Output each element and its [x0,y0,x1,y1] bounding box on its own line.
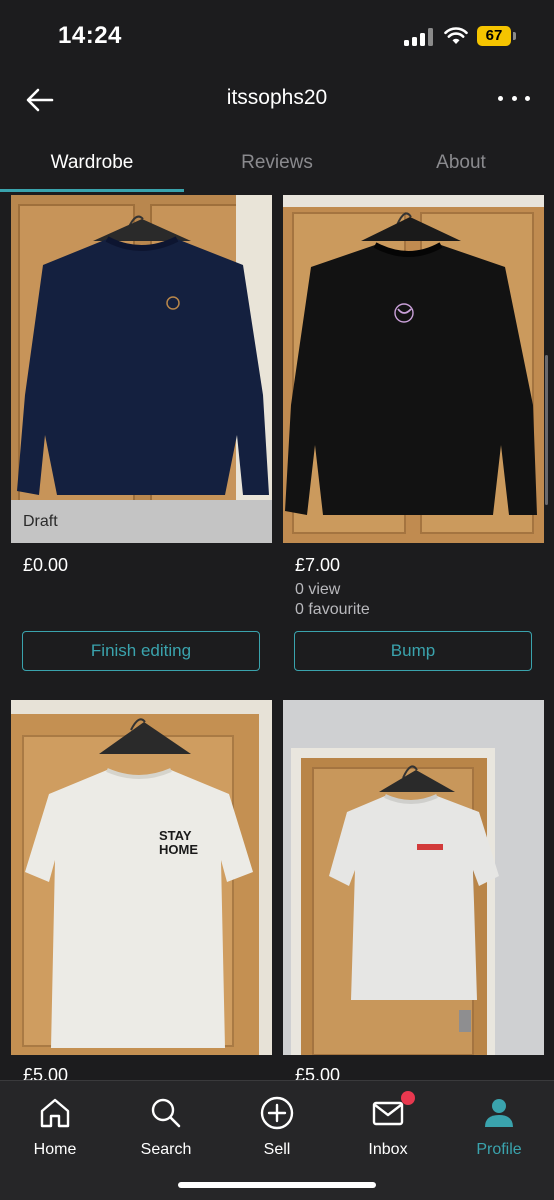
item-card[interactable]: £7.00 0 view 0 favourite Bump [283,195,544,685]
item-card[interactable]: Draft £0.00 Finish editing [11,195,272,685]
battery-nub [513,32,516,40]
nav-label: Home [33,1141,77,1158]
nav-label: Search [140,1141,192,1158]
item-price: £5.00 [295,1065,341,1080]
header: itssophs20 [0,70,554,128]
draft-badge: Draft [11,500,272,543]
cellular-signal-icon [404,28,434,46]
nav-label: Sell [263,1141,291,1158]
nav-label: Profile [476,1141,522,1158]
bump-button[interactable]: Bump [294,631,532,671]
svg-text:HOME: HOME [159,842,198,857]
item-photo[interactable] [283,700,544,1055]
status-bar: 14:24 67 [0,0,554,70]
item-views: 0 view [295,581,341,598]
nav-item-sell[interactable]: Sell [222,1091,332,1161]
item-photo[interactable]: Draft [11,195,272,543]
active-tab-indicator [0,189,184,192]
search-icon [151,1098,181,1128]
page-title: itssophs20 [226,86,328,109]
nav-item-home[interactable]: Home [0,1091,110,1161]
item-price: £7.00 [295,555,341,575]
nav-label: Inbox [368,1141,408,1158]
nav-item-inbox[interactable]: Inbox [333,1091,443,1161]
item-price: £5.00 [23,1065,69,1080]
tab-wardrobe[interactable]: Wardrobe [0,140,184,192]
home-icon [40,1098,70,1128]
tab-about[interactable]: About [369,140,553,192]
scrollbar[interactable] [545,355,548,505]
tab-reviews[interactable]: Reviews [185,140,369,192]
more-options-icon[interactable] [494,84,534,112]
item-card[interactable]: £5.00 [283,700,544,1080]
wifi-icon [444,27,468,44]
nav-item-profile[interactable]: Profile [444,1091,554,1161]
wardrobe-grid: Draft £0.00 Finish editing £7.00 0 view … [0,195,554,1080]
item-photo[interactable]: STAY HOME [11,700,272,1055]
profile-tabs: Wardrobe Reviews About [0,140,554,195]
nav-item-search[interactable]: Search [111,1091,221,1161]
item-favourites: 0 favourite [295,601,370,618]
plus-circle-icon [260,1096,294,1130]
finish-editing-button[interactable]: Finish editing [22,631,260,671]
profile-icon [485,1099,513,1127]
item-photo[interactable] [283,195,544,543]
home-indicator [178,1182,376,1188]
status-time: 14:24 [58,22,122,49]
item-card[interactable]: STAY HOME £5.00 [11,700,272,1080]
svg-text:STAY: STAY [159,828,192,843]
notification-badge [401,1091,415,1105]
item-price: £0.00 [23,555,69,575]
battery-icon: 67 [477,26,511,46]
